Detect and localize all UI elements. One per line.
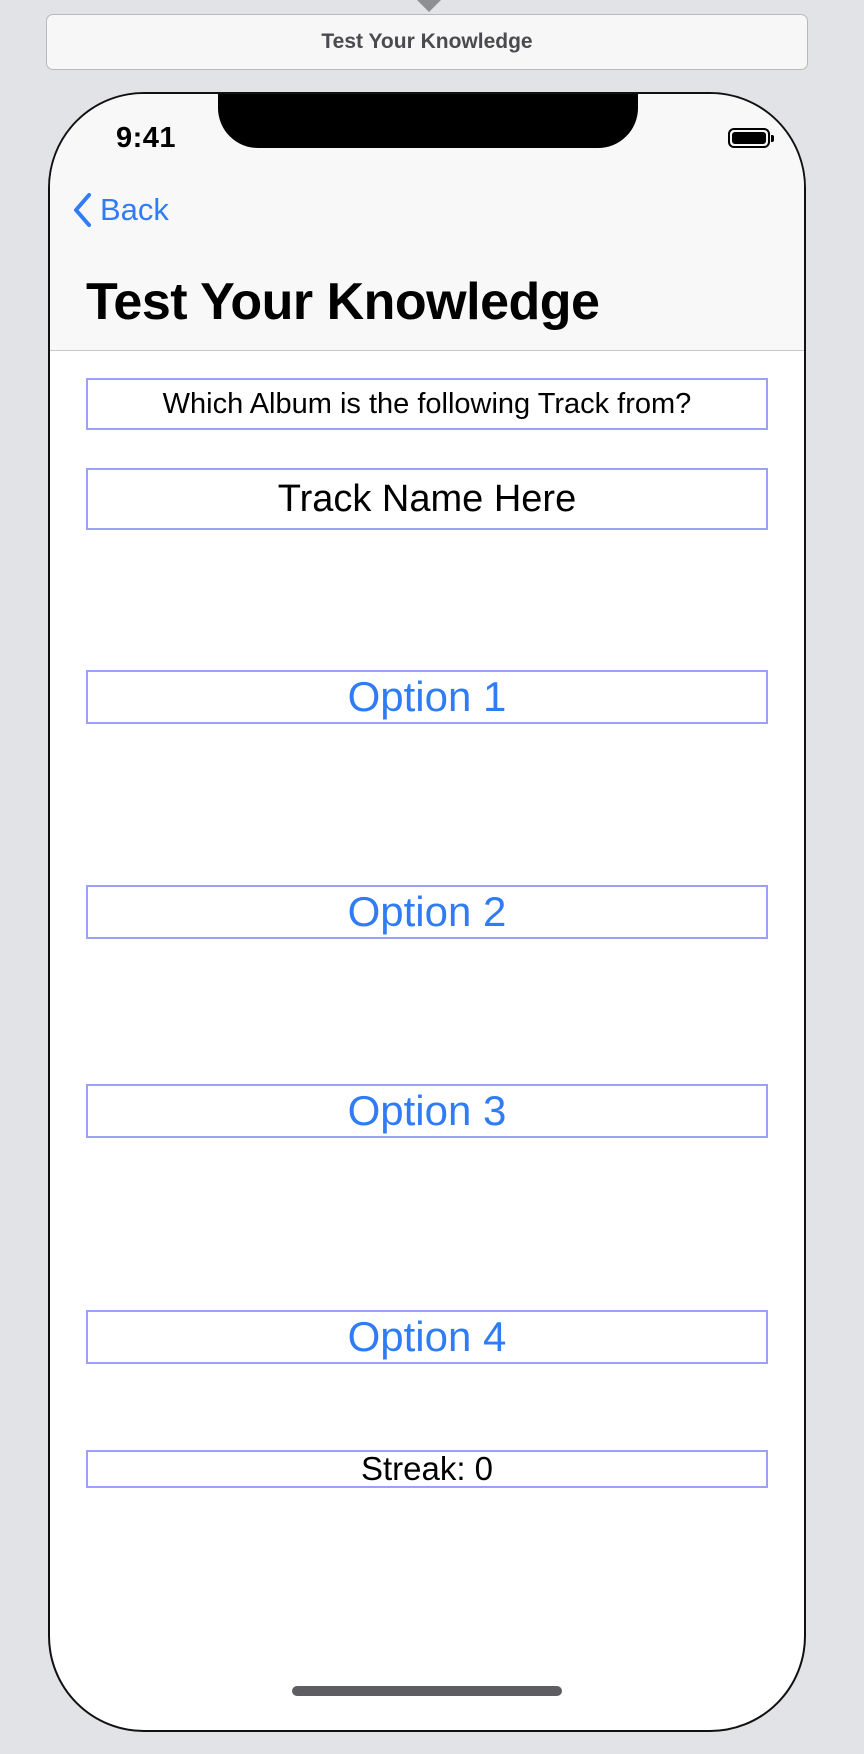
- battery-icon: [728, 128, 774, 148]
- option-3-button[interactable]: Option 3: [86, 1084, 768, 1138]
- status-time: 9:41: [116, 122, 177, 154]
- scene-title-bar[interactable]: Test Your Knowledge: [46, 14, 808, 70]
- question-label: Which Album is the following Track from?: [86, 378, 768, 430]
- chevron-left-icon: [74, 193, 91, 227]
- device-notch: [218, 94, 638, 148]
- option-1-button[interactable]: Option 1: [86, 670, 768, 724]
- back-button[interactable]: Back: [72, 188, 169, 232]
- streak-label: Streak: 0: [86, 1450, 768, 1488]
- scene-title: Test Your Knowledge: [321, 30, 533, 53]
- back-label: Back: [100, 192, 169, 227]
- track-name-label: Track Name Here: [86, 468, 768, 530]
- home-indicator[interactable]: [292, 1686, 562, 1696]
- iphone-screen: 9:41 Back Test Your Knowledge Which Albu…: [48, 92, 806, 1732]
- option-4-button[interactable]: Option 4: [86, 1310, 768, 1364]
- scene-pointer-icon: [417, 0, 441, 12]
- page-title: Test Your Knowledge: [86, 273, 600, 331]
- navigation-bar: 9:41 Back Test Your Knowledge: [50, 94, 804, 351]
- battery-level: [732, 132, 766, 144]
- option-2-button[interactable]: Option 2: [86, 885, 768, 939]
